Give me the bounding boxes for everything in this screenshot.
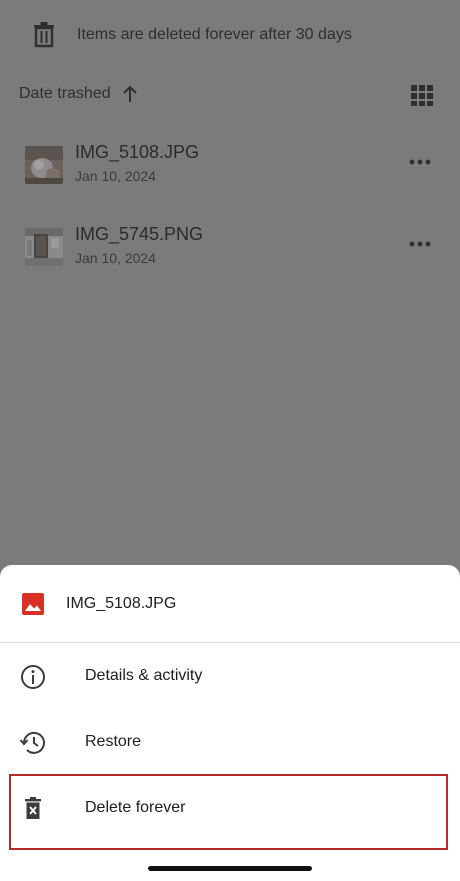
- bottom-sheet: IMG_5108.JPG Details & activity Restore …: [0, 565, 460, 881]
- more-options-icon[interactable]: [406, 152, 434, 172]
- highlight-box: [9, 774, 448, 850]
- details-activity-action[interactable]: Details & activity: [0, 646, 460, 706]
- restore-action[interactable]: Restore: [0, 712, 460, 772]
- home-indicator[interactable]: [148, 866, 312, 871]
- image-icon: [22, 593, 44, 615]
- file-thumbnail: [25, 146, 63, 184]
- trash-icon: [34, 22, 54, 48]
- action-label: Details & activity: [85, 667, 203, 684]
- file-list-item[interactable]: IMG_5108.JPG Jan 10, 2024: [0, 140, 460, 200]
- sheet-file-title: IMG_5108.JPG: [66, 595, 177, 612]
- trash-banner-text: Items are deleted forever after 30 days: [77, 26, 352, 43]
- arrow-up-icon[interactable]: [121, 84, 139, 104]
- file-name: IMG_5108.JPG: [75, 142, 200, 162]
- info-icon: [21, 665, 45, 689]
- grid-view-icon[interactable]: [410, 83, 434, 107]
- sort-bar: Date trashed: [0, 78, 460, 112]
- bottom-sheet-header: IMG_5108.JPG: [0, 565, 460, 642]
- file-thumbnail: [25, 228, 63, 266]
- sort-label[interactable]: Date trashed: [19, 85, 111, 103]
- action-label: Restore: [85, 733, 142, 750]
- file-date: Jan 10, 2024: [75, 250, 156, 266]
- divider: [0, 642, 460, 643]
- file-name: IMG_5745.PNG: [75, 224, 204, 244]
- file-date: Jan 10, 2024: [75, 168, 156, 184]
- trash-info-banner: Items are deleted forever after 30 days: [0, 0, 460, 70]
- file-list-item[interactable]: IMG_5745.PNG Jan 10, 2024: [0, 222, 460, 282]
- restore-icon: [19, 731, 45, 754]
- more-options-icon[interactable]: [406, 234, 434, 254]
